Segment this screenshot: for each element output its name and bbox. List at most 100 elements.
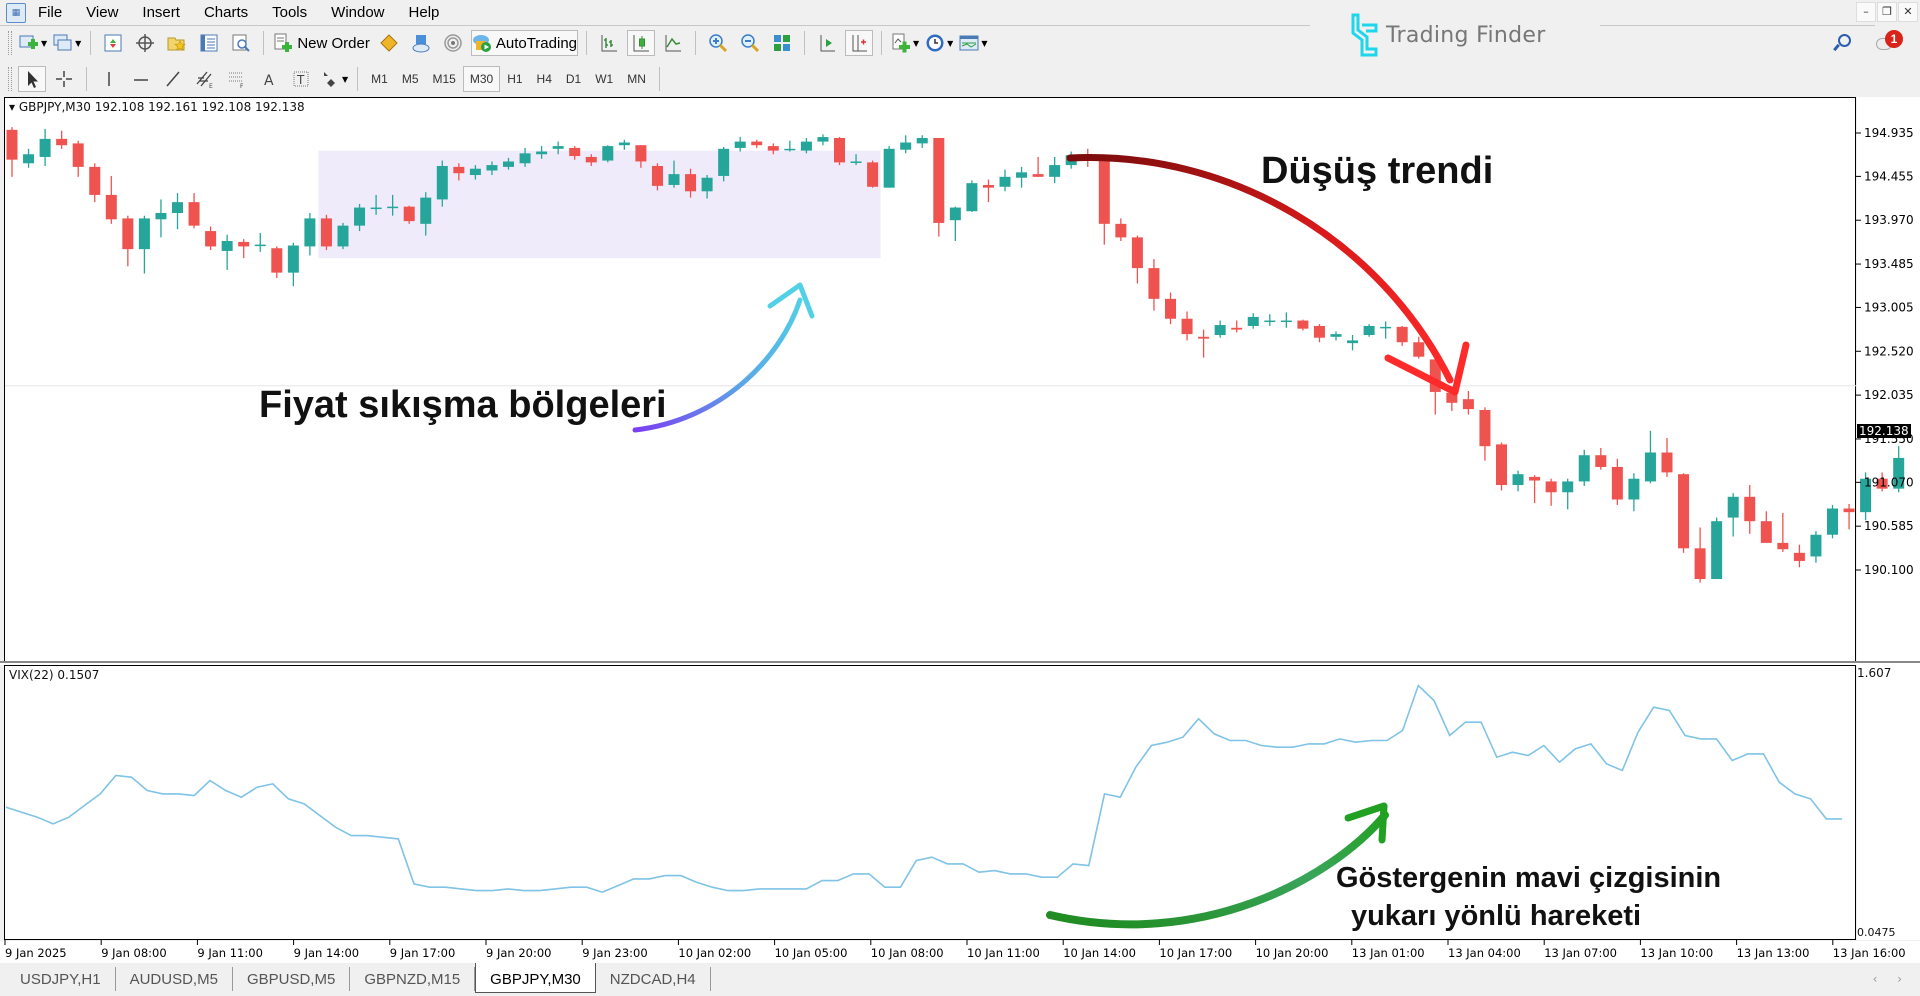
candle-body (1496, 444, 1507, 486)
candle-body (1827, 508, 1838, 535)
price-tick-label: 193.485 (1864, 257, 1914, 271)
compression-arrow-head (767, 282, 815, 319)
candle-body (999, 176, 1011, 187)
time-tick-label: 9 Jan 08:00 (101, 946, 167, 960)
candle-body (834, 137, 845, 163)
candle-body (403, 206, 415, 222)
candle-body (320, 218, 332, 247)
tab-gbpjpy-m30[interactable]: GBPJPY,M30 (475, 963, 596, 993)
candle-body (685, 174, 697, 192)
candle-body (436, 165, 448, 200)
candle-body (734, 141, 746, 148)
time-tick-label: 10 Jan 02:00 (678, 946, 751, 960)
candle-body (1793, 552, 1805, 561)
candle-body (453, 166, 465, 174)
candle-body (1744, 496, 1756, 522)
candle-body (1214, 325, 1226, 336)
tab-nzdcad-h4[interactable]: NZDCAD,H4 (596, 967, 711, 991)
candle-body (1264, 320, 1276, 323)
chart-canvas: 194.935 194.455 193.970 193.485 193.005 192.5… (4, 126, 1914, 960)
candle-body (767, 146, 779, 151)
price-tick-label: 192.520 (1864, 344, 1914, 358)
chart-symbol-ohlc: GBPJPY,M30 192.108 192.161 192.108 192.1… (18, 100, 305, 114)
candle-body (254, 244, 266, 247)
indicator-label: VIX(22) 0.1507 (9, 668, 100, 682)
candle-body (817, 137, 829, 142)
candle-body (751, 141, 763, 146)
tab-audusd-m5[interactable]: AUDUSD,M5 (116, 967, 233, 991)
panel-separator[interactable] (0, 661, 1920, 665)
candle-body (1810, 534, 1822, 557)
candle-body (1727, 496, 1739, 518)
downtrend-annotation: Düşüş trendi (1261, 150, 1494, 192)
candle-body (1843, 508, 1855, 513)
candle-body (668, 174, 680, 185)
price-tick-label: 194.455 (1864, 169, 1914, 183)
candle-body (172, 202, 183, 213)
candle-body (982, 184, 994, 188)
tab-gbpnzd-m15[interactable]: GBPNZD,M15 (350, 967, 476, 991)
candle-body (287, 245, 299, 273)
candle-body (635, 145, 647, 162)
time-tick-label: 10 Jan 11:00 (967, 946, 1040, 960)
candle-body (1049, 165, 1061, 177)
time-tick-label: 9 Jan 20:00 (486, 946, 552, 960)
candle-body (718, 148, 730, 176)
candle-body (1578, 455, 1590, 482)
candle-body (883, 148, 895, 188)
candle-body (1131, 237, 1143, 269)
candle-body (89, 166, 101, 195)
candle-body (155, 212, 167, 220)
candle-body (1462, 399, 1474, 410)
candle-body (552, 146, 564, 149)
time-tick-label: 10 Jan 17:00 (1159, 946, 1232, 960)
time-tick-label: 9 Jan 17:00 (390, 946, 456, 960)
indicator-rise-annotation-line1: Göstergenin mavi çizgisinin (1336, 862, 1722, 894)
time-tick-label: 9 Jan 2025 (5, 946, 67, 960)
candle-body (1529, 476, 1541, 481)
time-tick-label: 13 Jan 07:00 (1544, 946, 1617, 960)
candle-body (6, 129, 18, 160)
candle-body (784, 148, 796, 151)
candle-body (221, 241, 233, 251)
candle-body (585, 156, 597, 163)
time-axis-ticks: 9 Jan 2025 9 Jan 08:00 9 Jan 11:00 9 Jan 14… (4, 940, 1906, 960)
candle-body (1644, 452, 1656, 482)
candle-body (105, 194, 117, 220)
time-tick-label: 13 Jan 10:00 (1640, 946, 1713, 960)
time-tick-label: 13 Jan 13:00 (1737, 946, 1810, 960)
time-tick-label: 13 Jan 16:00 (1833, 946, 1906, 960)
candle-body (122, 218, 134, 250)
candles-group (6, 127, 1905, 583)
candle-body (469, 168, 481, 176)
candle-body (56, 138, 68, 146)
candle-body (188, 202, 200, 226)
candle-body (1297, 320, 1309, 329)
candle-body (900, 142, 912, 150)
candle-body (867, 162, 879, 187)
tab-scroll-arrows[interactable]: ‹ › (1873, 972, 1910, 986)
candle-body (618, 142, 630, 146)
candle-body (1396, 326, 1408, 343)
candle-body (1098, 159, 1110, 224)
candle-body (1628, 478, 1640, 500)
candle-body (1479, 410, 1491, 447)
price-tick-label: 190.585 (1864, 519, 1914, 533)
candle-body (1562, 481, 1574, 493)
candle-body (23, 154, 35, 164)
compression-zones-annotation: Fiyat sıkışma bölgeleri (259, 384, 667, 426)
candle-body (1661, 452, 1673, 473)
candle-body (933, 137, 945, 223)
candle-body (354, 207, 366, 226)
current-price-label: 192.138 (1857, 424, 1911, 438)
tab-usdjpy-h1[interactable]: USDJPY,H1 (6, 967, 116, 991)
chart-tabs: USDJPY,H1 AUDUSD,M5 GBPUSD,M5 GBPNZD,M15… (0, 963, 1920, 996)
indicator-axis-min: 0.0475 (1857, 926, 1896, 939)
price-tick-label: 192.035 (1864, 388, 1914, 402)
tab-gbpusd-m5[interactable]: GBPUSD,M5 (233, 967, 351, 991)
candle-body (238, 241, 250, 247)
candle-body (72, 143, 84, 167)
candle-body (1280, 320, 1292, 323)
candle-body (1181, 318, 1193, 335)
time-tick-label: 9 Jan 11:00 (197, 946, 263, 960)
